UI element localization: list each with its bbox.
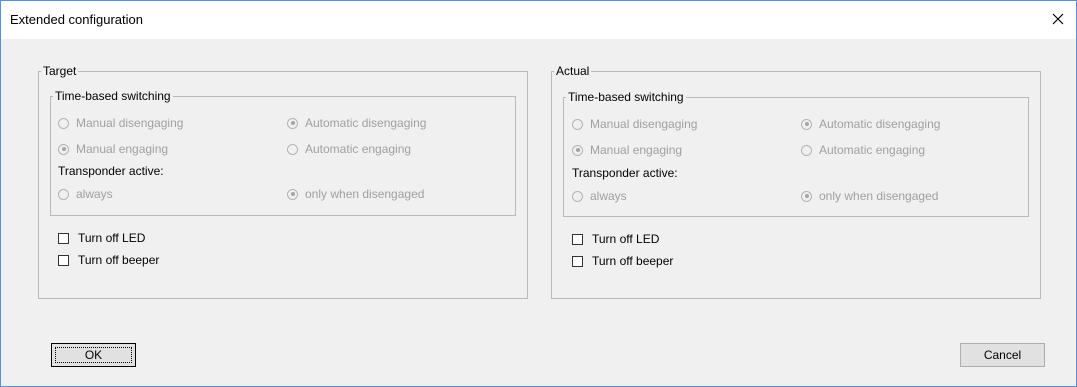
- option-label: Manual disengaging: [590, 117, 698, 131]
- target-manual-disengaging-radio[interactable]: Manual disengaging: [58, 116, 183, 130]
- actual-turn-off-beeper-checkbox[interactable]: Turn off beeper: [572, 254, 673, 268]
- target-transponder-label: Transponder active:: [58, 164, 164, 178]
- radio-indicator: [801, 144, 812, 156]
- target-only-disengaged-radio[interactable]: only when disengaged: [287, 187, 424, 201]
- radio-indicator: [572, 118, 583, 130]
- option-label: Automatic disengaging: [819, 117, 941, 131]
- target-automatic-engaging-radio[interactable]: Automatic engaging: [287, 142, 411, 156]
- option-label: Automatic engaging: [819, 143, 926, 157]
- actual-manual-disengaging-radio[interactable]: Manual disengaging: [572, 117, 697, 131]
- option-label: always: [590, 189, 627, 203]
- cancel-button[interactable]: Cancel: [960, 343, 1045, 367]
- cancel-label: Cancel: [983, 348, 1022, 362]
- radio-indicator: [801, 118, 812, 130]
- option-label: Manual engaging: [590, 143, 683, 157]
- radio-indicator: [572, 144, 583, 156]
- target-always-radio[interactable]: always: [58, 187, 113, 201]
- target-turn-off-led-checkbox[interactable]: Turn off LED: [58, 231, 145, 245]
- actual-legend: Actual: [556, 64, 590, 78]
- actual-automatic-disengaging-radio[interactable]: Automatic disengaging: [801, 117, 940, 131]
- option-label: only when disengaged: [305, 187, 425, 201]
- actual-automatic-engaging-radio[interactable]: Automatic engaging: [801, 143, 925, 157]
- window-title: Extended configuration: [10, 12, 143, 27]
- radio-indicator: [58, 143, 69, 155]
- title-bar: Extended configuration: [1, 1, 1076, 39]
- dialog-window: Extended configuration Target Time-based…: [0, 0, 1077, 387]
- option-label: Manual disengaging: [76, 116, 184, 130]
- checkbox-label: Turn off beeper: [78, 253, 160, 267]
- actual-transponder-label: Transponder active:: [572, 166, 678, 180]
- option-label: only when disengaged: [819, 189, 939, 203]
- actual-always-radio[interactable]: always: [572, 189, 627, 203]
- close-icon: [1052, 13, 1064, 25]
- target-automatic-disengaging-radio[interactable]: Automatic disengaging: [287, 116, 426, 130]
- radio-indicator: [572, 190, 583, 202]
- checkbox-label: Turn off beeper: [592, 254, 674, 268]
- checkbox-label: Turn off LED: [78, 231, 146, 245]
- focus-rect: [55, 347, 132, 363]
- option-label: Automatic engaging: [305, 142, 412, 156]
- option-label: always: [76, 187, 113, 201]
- checkbox-label: Turn off LED: [592, 232, 660, 246]
- target-legend: Target: [43, 64, 77, 78]
- checkbox-box: [58, 254, 69, 266]
- radio-indicator: [58, 117, 69, 129]
- actual-turn-off-led-checkbox[interactable]: Turn off LED: [572, 232, 659, 246]
- target-time-switching-legend: Time-based switching: [55, 89, 171, 103]
- option-label: Manual engaging: [76, 142, 169, 156]
- radio-indicator: [801, 190, 812, 202]
- ok-button[interactable]: OK: [51, 343, 136, 367]
- option-label: Automatic disengaging: [305, 116, 427, 130]
- checkbox-box: [572, 233, 583, 245]
- actual-time-switching-legend: Time-based switching: [568, 90, 684, 104]
- radio-indicator: [58, 188, 69, 200]
- radio-indicator: [287, 117, 298, 129]
- actual-manual-engaging-radio[interactable]: Manual engaging: [572, 143, 682, 157]
- actual-only-disengaged-radio[interactable]: only when disengaged: [801, 189, 938, 203]
- close-button[interactable]: [1042, 3, 1074, 35]
- radio-indicator: [287, 143, 298, 155]
- target-manual-engaging-radio[interactable]: Manual engaging: [58, 142, 168, 156]
- target-turn-off-beeper-checkbox[interactable]: Turn off beeper: [58, 253, 159, 267]
- checkbox-box: [572, 255, 583, 267]
- checkbox-box: [58, 232, 69, 244]
- radio-indicator: [287, 188, 298, 200]
